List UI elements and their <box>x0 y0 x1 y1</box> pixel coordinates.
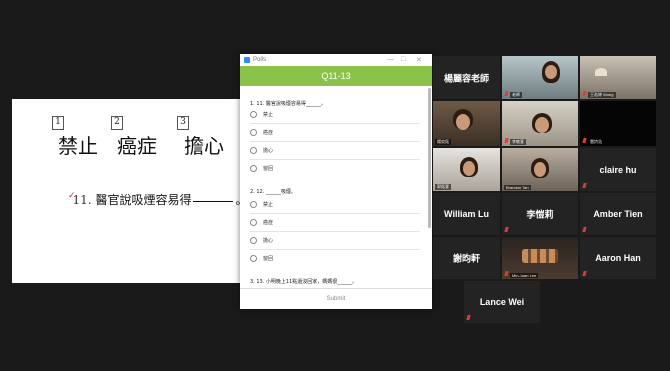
participant-figure <box>463 161 475 176</box>
participant-tile[interactable]: 楊麗容老師 <box>433 56 500 99</box>
mic-muted-icon <box>504 227 509 232</box>
radio-button[interactable] <box>250 111 257 118</box>
participant-tile[interactable]: Lance Wei <box>464 281 540 323</box>
participant-tile[interactable]: Brandon Tan <box>502 148 578 191</box>
poll-question-title: 3. 13. 小明晚上11點還沒回家，媽媽很______。 <box>250 279 358 285</box>
divider <box>250 141 420 142</box>
item-number: 2 <box>111 116 123 130</box>
participant-name: 王若婷 Wong <box>588 92 616 98</box>
participant-tile[interactable]: William Lu <box>433 193 500 235</box>
participant-tile[interactable]: 李愷莉 <box>502 193 578 235</box>
participant-figure <box>456 114 470 130</box>
participant-name: Brandon Tan <box>504 185 531 190</box>
zoom-logo-icon <box>244 57 250 63</box>
participant-tile[interactable]: Min-Juan Lee <box>502 237 578 279</box>
poll-question-title: 2. 12. ______吸煙。 <box>250 189 296 195</box>
poll-header: Q11-13 <box>240 66 432 86</box>
divider <box>250 213 420 214</box>
polls-window: Polls — □ ✕ Q11-13 1. 11. 醫官說吸煙容易得______… <box>240 54 432 309</box>
participant-name: 李愷莉 <box>526 209 554 220</box>
lamp-shade <box>595 68 607 76</box>
close-icon[interactable]: ✕ <box>416 56 422 64</box>
participant-name: claire hu <box>599 164 637 175</box>
participant-tile[interactable]: 李敏萱 <box>502 101 578 146</box>
mic-muted-icon <box>582 138 587 143</box>
question-text: 醫官說吸煙容易得 <box>95 193 192 207</box>
divider <box>250 159 420 160</box>
radio-button[interactable] <box>250 147 257 154</box>
participant-name: 郭銘萱 <box>435 184 451 190</box>
shared-slide: 1 禁止 2 癌症 3 擔心 ✓11. 醫官說吸煙容易得。 <box>12 99 248 283</box>
participant-name: Amber Tien <box>593 209 643 219</box>
mic-muted-icon <box>466 315 471 320</box>
radio-button[interactable] <box>250 165 257 172</box>
participant-tile[interactable]: 老師 <box>502 56 578 99</box>
participant-name: Lance Wei <box>479 297 525 307</box>
bottles-figure <box>522 249 558 263</box>
window-title: Polls <box>253 57 267 63</box>
minimize-icon[interactable]: — <box>387 56 394 63</box>
answer-blank <box>193 200 234 202</box>
maximize-icon[interactable]: □ <box>401 56 405 63</box>
radio-button[interactable] <box>250 219 257 226</box>
radio-button[interactable] <box>250 129 257 136</box>
participant-figure <box>535 117 549 133</box>
participant-figure <box>534 162 546 177</box>
participant-figure <box>545 65 557 79</box>
radio-button[interactable] <box>250 255 257 262</box>
poll-questions: 1. 11. 醫官說吸煙容易得______。 禁止 癌症 擔心 窗回 2. 12… <box>240 86 428 286</box>
radio-button[interactable] <box>250 201 257 208</box>
vocab-word: 禁止 <box>58 134 98 158</box>
participant-name: Aaron Han <box>595 253 641 263</box>
participant-tile[interactable]: 雷詩浩 <box>580 101 656 146</box>
radio-button[interactable] <box>250 237 257 244</box>
participant-name: 楊奕銘 <box>435 139 451 145</box>
participant-tile[interactable]: 郭銘萱 <box>433 148 500 191</box>
participant-tile[interactable]: Amber Tien <box>580 193 656 235</box>
participant-name: William Lu <box>444 209 489 219</box>
vocab-word: 擔心 <box>184 134 224 158</box>
participant-name: 李敏萱 <box>510 139 526 145</box>
participant-name: 雷詩浩 <box>588 139 604 145</box>
item-number: 1 <box>52 116 64 130</box>
divider <box>250 231 420 232</box>
vocab-word: 癌症 <box>117 134 157 158</box>
mic-muted-icon <box>582 183 587 188</box>
window-titlebar: Polls — □ ✕ <box>240 54 432 66</box>
poll-question-title: 1. 11. 醫官說吸煙容易得______。 <box>250 101 326 107</box>
participant-tile[interactable]: 王若婷 Wong <box>580 56 656 99</box>
participant-tile[interactable]: 謝昀軒 <box>433 237 500 279</box>
participant-name: Min-Juan Lee <box>510 273 539 278</box>
participant-tile[interactable]: 楊奕銘 <box>433 101 500 146</box>
divider <box>250 249 420 250</box>
fill-in-question: ✓11. 醫官說吸煙容易得。 <box>68 191 248 208</box>
participant-name: 楊麗容老師 <box>443 73 489 83</box>
divider <box>250 123 420 124</box>
mic-muted-icon <box>582 271 587 276</box>
participant-tile[interactable]: claire hu <box>580 148 656 191</box>
item-number: 3 <box>177 116 189 130</box>
mic-muted-icon <box>582 227 587 232</box>
participant-name: 謝昀軒 <box>452 253 480 264</box>
scrollbar[interactable] <box>428 88 431 228</box>
participant-tile[interactable]: Aaron Han <box>580 237 656 279</box>
check-mark-icon: ✓ <box>68 191 76 201</box>
submit-button[interactable]: Submit <box>240 288 432 310</box>
participant-name: 老師 <box>510 92 522 98</box>
